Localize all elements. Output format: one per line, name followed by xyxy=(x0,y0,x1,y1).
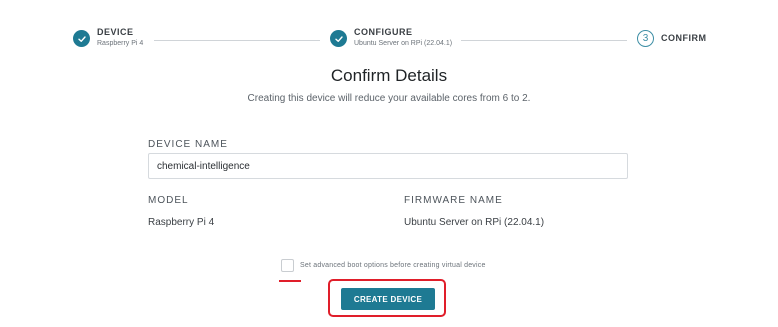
firmware-label: FIRMWARE NAME xyxy=(404,195,503,206)
step-device[interactable]: DEVICE Raspberry Pi 4 xyxy=(73,27,143,49)
model-value: Raspberry Pi 4 xyxy=(148,217,215,228)
model-label: MODEL xyxy=(148,195,189,206)
highlight-underline xyxy=(279,280,301,282)
device-name-input[interactable] xyxy=(148,153,628,179)
advanced-boot-label[interactable]: Set advanced boot options before creatin… xyxy=(300,262,486,269)
step-title: DEVICE xyxy=(97,27,134,37)
page-title: Confirm Details xyxy=(330,66,448,85)
step-subtitle: Ubuntu Server on RPi (22.04.1) xyxy=(354,40,453,47)
step-confirm: 3 CONFIRM xyxy=(637,27,707,47)
step-connector xyxy=(154,40,320,41)
firmware-value: Ubuntu Server on RPi (22.04.1) xyxy=(404,217,545,228)
step-configure[interactable]: CONFIGURE Ubuntu Server on RPi (22.04.1) xyxy=(330,27,452,49)
step-title: CONFIRM xyxy=(661,33,707,43)
step-number: 3 xyxy=(642,32,649,44)
stepper: DEVICE Raspberry Pi 4 CONFIGURE Ubuntu S… xyxy=(0,0,778,60)
step-subtitle: Raspberry Pi 4 xyxy=(97,40,144,47)
step-number-badge: 3 xyxy=(637,30,654,47)
check-icon xyxy=(330,30,347,47)
step-title: CONFIGURE xyxy=(354,27,413,37)
step-connector xyxy=(461,40,627,41)
page-subtitle: Creating this device will reduce your av… xyxy=(247,93,531,104)
create-device-button[interactable]: CREATE DEVICE xyxy=(341,288,435,310)
device-name-label: DEVICE NAME xyxy=(148,139,228,150)
check-icon xyxy=(73,30,90,47)
advanced-boot-checkbox[interactable] xyxy=(281,259,294,272)
